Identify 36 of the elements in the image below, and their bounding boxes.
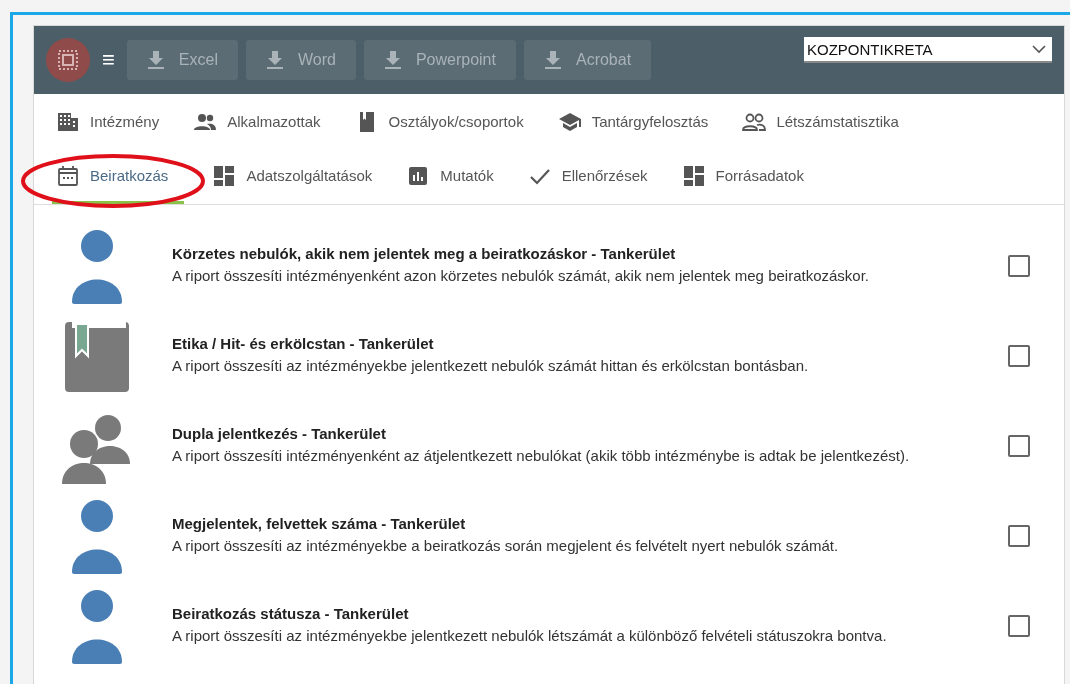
dashboard-icon: [681, 163, 706, 188]
report-checkbox[interactable]: [1008, 255, 1030, 277]
report-title: Etika / Hit- és erkölcstan - Tankerület: [172, 335, 435, 353]
download-icon: [543, 50, 562, 70]
report-title: Dupla jelentkezés - Tankerület: [172, 425, 387, 443]
report-checkbox[interactable]: [1008, 435, 1030, 457]
institution-select[interactable]: KOZPONTIKRETA: [804, 37, 1052, 63]
report-title: Megjelentek, felvettek száma - Tankerület: [172, 515, 467, 533]
logo-icon[interactable]: [46, 38, 90, 82]
nav-tab[interactable]: Ellenőrzések: [523, 150, 664, 204]
report-description: A riport összesíti intézményenként azon körzetes nebulók számát, akik nem jelentek meg beiratkozáskor.: [172, 266, 870, 287]
report-checkbox[interactable]: [1008, 345, 1030, 367]
report-description: A riport összesíti az intézményekbe jelentkezett nebulók számát hittan és erkölcstan bontásban.: [172, 356, 810, 377]
download-icon: [383, 50, 402, 70]
nav-tab[interactable]: Osztályok/csoportok: [350, 96, 540, 150]
report-title: Beiratkozás státusza - Tankerület: [172, 605, 410, 623]
dashboard-icon: [212, 163, 237, 188]
nav-tab[interactable]: Intézmény: [52, 96, 176, 150]
nav-tab[interactable]: Forrásadatok: [677, 150, 820, 204]
nav-tab[interactable]: Beiratkozás: [52, 150, 185, 204]
menu-icon[interactable]: ≡: [102, 47, 115, 73]
nav-tab[interactable]: Létszámstatisztika: [738, 96, 915, 150]
report-title: Körzetes nebulók, akik nem jelentek meg a beiratkozáskor - Tankerület: [172, 245, 677, 263]
download-icon: [146, 50, 165, 70]
report-description: A riport összesíti intézményenként az átjelentkezett nebulókat (akik több intézménybe is adtak be jelentkezést).: [172, 446, 911, 467]
download-icon: [265, 50, 284, 70]
report-checkbox[interactable]: [1008, 525, 1030, 547]
calendar-icon: [56, 163, 80, 188]
nav-tab[interactable]: Adatszolgáltatások: [208, 150, 389, 204]
nav-tab[interactable]: Alkalmazottak: [189, 96, 337, 150]
nav-tab[interactable]: Tantárgyfelosztás: [553, 96, 725, 150]
chevron-down-icon: [1032, 44, 1046, 54]
report-description: A riport összesíti az intézményekbe jelentkezett nebulók létszámát a különböző felvételi státuszokra bontva.: [172, 626, 888, 647]
nav-tab[interactable]: Mutatók: [402, 150, 510, 204]
report-description: A riport összesíti az intézményekbe a beiratkozás során megjelent és felvételt nyert nebulók számát.: [172, 536, 840, 557]
report-checkbox[interactable]: [1008, 615, 1030, 637]
